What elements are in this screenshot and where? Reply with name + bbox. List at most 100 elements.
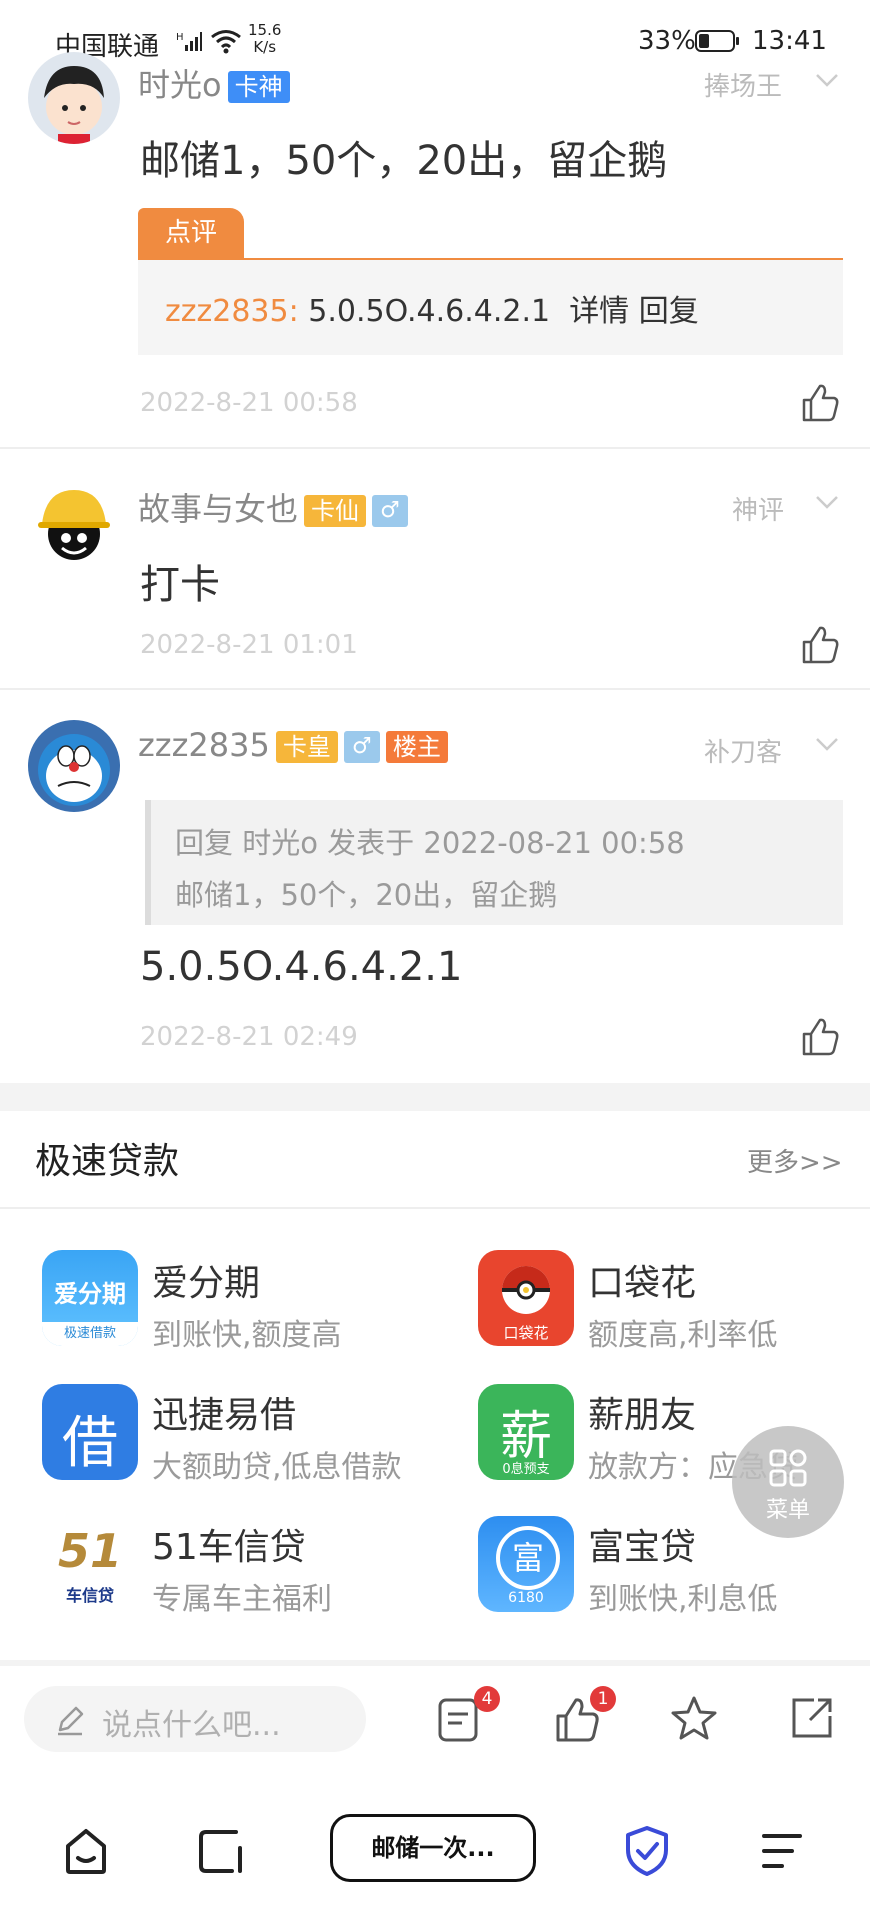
floating-menu-button[interactable]: 菜单 <box>732 1426 844 1538</box>
post-date: 2022-8-21 01:01 <box>140 630 358 660</box>
avatar[interactable] <box>28 720 120 812</box>
icon-label: 借 <box>62 1411 118 1476</box>
level-badge: 卡神 <box>227 71 290 103</box>
loan-desc: 到账快,利息低 <box>588 1582 778 1617</box>
review-detail-link[interactable]: 详情 <box>569 294 629 329</box>
comments-count-badge: 4 <box>474 1686 500 1712</box>
tab-switcher-icon[interactable] <box>196 1826 246 1876</box>
post-content: 打卡 <box>140 562 220 608</box>
pencil-icon <box>58 1706 84 1736</box>
net-speed: 15.6 K/s <box>248 22 281 56</box>
gender-badge: ♂ <box>372 495 409 527</box>
app-icon-fubaodai[interactable]: 富 6180 <box>478 1516 574 1612</box>
icon-sublabel: 6180 <box>508 1590 544 1606</box>
icon-label: 富 <box>496 1526 560 1590</box>
divider <box>0 688 870 690</box>
icon-label: 51 <box>57 1524 122 1578</box>
app-icon-xunjieyijie[interactable]: 借 <box>42 1384 138 1480</box>
quote-header: 回复 时光o 发表于 2022-08-21 00:58 <box>175 826 685 860</box>
section-title: 极速贷款 <box>35 1141 180 1182</box>
like-icon[interactable] <box>800 624 840 664</box>
avatar-doraemon-icon <box>38 734 110 806</box>
username[interactable]: 故事与女也 卡仙 ♂ <box>138 484 409 530</box>
chevron-down-icon[interactable] <box>815 490 839 514</box>
icon-label: 口袋花 <box>503 1324 549 1342</box>
user-rank: 捧场王 <box>704 72 783 102</box>
post-date: 2022-8-21 02:49 <box>140 1022 358 1052</box>
loan-name[interactable]: 薪朋友 <box>588 1386 696 1438</box>
quoted-reply[interactable]: 回复 时光o 发表于 2022-08-21 00:58 邮储1，50个，20出，… <box>145 800 843 925</box>
quote-text: 邮储1，50个，20出，留企鹅 <box>175 878 558 912</box>
username-text: zzz2835 <box>138 726 270 764</box>
loan-name[interactable]: 迅捷易借 <box>152 1386 296 1438</box>
wifi-icon <box>211 30 241 54</box>
op-badge: 楼主 <box>385 731 448 763</box>
username-text: 时光o <box>138 66 222 104</box>
post-content: 邮储1，50个，20出，留企鹅 <box>140 138 668 184</box>
battery-percent: 33% <box>638 26 696 56</box>
star-icon[interactable] <box>670 1694 718 1742</box>
gender-badge: ♂ <box>343 731 380 763</box>
likes-count-badge: 1 <box>590 1686 616 1712</box>
section-gap <box>0 1083 870 1111</box>
review-text: zzz2835: 5.0.5O.4.6.4.2.1 详情 回复 <box>165 286 699 330</box>
loan-name[interactable]: 爱分期 <box>152 1254 260 1306</box>
divider <box>0 1207 870 1209</box>
net-speed-unit: K/s <box>253 38 277 56</box>
loan-name[interactable]: 富宝贷 <box>588 1518 696 1570</box>
section-gap <box>0 1660 870 1666</box>
review-reply-link[interactable]: 回复 <box>639 294 699 329</box>
icon-label: 爱分期 <box>54 1280 126 1308</box>
chevron-down-icon[interactable] <box>815 68 839 92</box>
user-rank: 补刀客 <box>704 738 783 768</box>
level-badge: 卡仙 <box>304 495 367 527</box>
chevron-down-icon[interactable] <box>815 732 839 756</box>
loan-desc: 专属车主福利 <box>152 1582 332 1617</box>
share-icon[interactable] <box>788 1694 836 1742</box>
level-badge: 卡皇 <box>275 731 338 763</box>
loan-desc: 到账快,额度高 <box>152 1318 342 1353</box>
avatar-hardhat-icon <box>38 490 110 560</box>
review-author[interactable]: zzz2835: <box>165 294 299 329</box>
battery-fill <box>699 34 709 48</box>
home-icon[interactable] <box>62 1826 110 1876</box>
like-icon[interactable] <box>800 382 840 422</box>
user-rank: 神评 <box>732 496 785 526</box>
battery-icon <box>695 30 739 52</box>
floating-menu-label: 菜单 <box>765 1498 810 1523</box>
comment-placeholder: 说点什么吧... <box>102 1708 281 1743</box>
pokeball-icon <box>502 1266 550 1314</box>
avatar[interactable] <box>28 480 120 572</box>
app-icon-51chexindai[interactable]: 51 车信贷 <box>42 1516 138 1612</box>
review-content: 5.0.5O.4.6.4.2.1 <box>308 294 551 329</box>
more-link[interactable]: 更多>> <box>747 1142 843 1179</box>
app-icon-aifenqi[interactable]: 爱分期 极速借款 <box>42 1250 138 1346</box>
shield-check-icon[interactable] <box>622 1824 672 1878</box>
comment-input[interactable]: 说点什么吧... <box>24 1686 366 1752</box>
page-title-pill[interactable]: 邮储一次... <box>330 1814 536 1882</box>
icon-sublabel: 0息预支 <box>502 1462 550 1477</box>
username[interactable]: zzz2835 卡皇 ♂ 楼主 <box>138 726 448 764</box>
review-tag: 点评 <box>138 208 244 258</box>
loan-desc: 额度高,利率低 <box>588 1318 778 1353</box>
username[interactable]: 时光o 卡神 <box>138 60 290 106</box>
grid-menu-icon <box>769 1449 807 1487</box>
post-content: 5.0.5O.4.6.4.2.1 <box>140 944 463 990</box>
net-speed-value: 15.6 <box>248 21 282 39</box>
avatar[interactable] <box>28 52 120 144</box>
loan-name[interactable]: 51车信贷 <box>152 1518 306 1570</box>
clock: 13:41 <box>752 26 827 56</box>
loan-name[interactable]: 口袋花 <box>588 1254 696 1306</box>
menu-lines-icon[interactable] <box>758 1828 806 1874</box>
app-icon-xinpengyou[interactable]: 薪 0息预支 <box>478 1384 574 1480</box>
svg-text:H: H <box>176 32 184 43</box>
icon-sublabel: 车信贷 <box>65 1586 114 1605</box>
like-icon[interactable] <box>800 1016 840 1056</box>
icon-sublabel: 极速借款 <box>42 1322 138 1346</box>
post-date: 2022-8-21 00:58 <box>140 388 358 418</box>
app-icon-koudaihua[interactable]: 口袋花 <box>478 1250 574 1346</box>
divider <box>0 447 870 449</box>
loan-desc: 大额助贷,低息借款 <box>152 1450 402 1485</box>
username-text: 故事与女也 <box>138 490 299 528</box>
avatar-cartoon-girl-icon <box>44 66 104 144</box>
